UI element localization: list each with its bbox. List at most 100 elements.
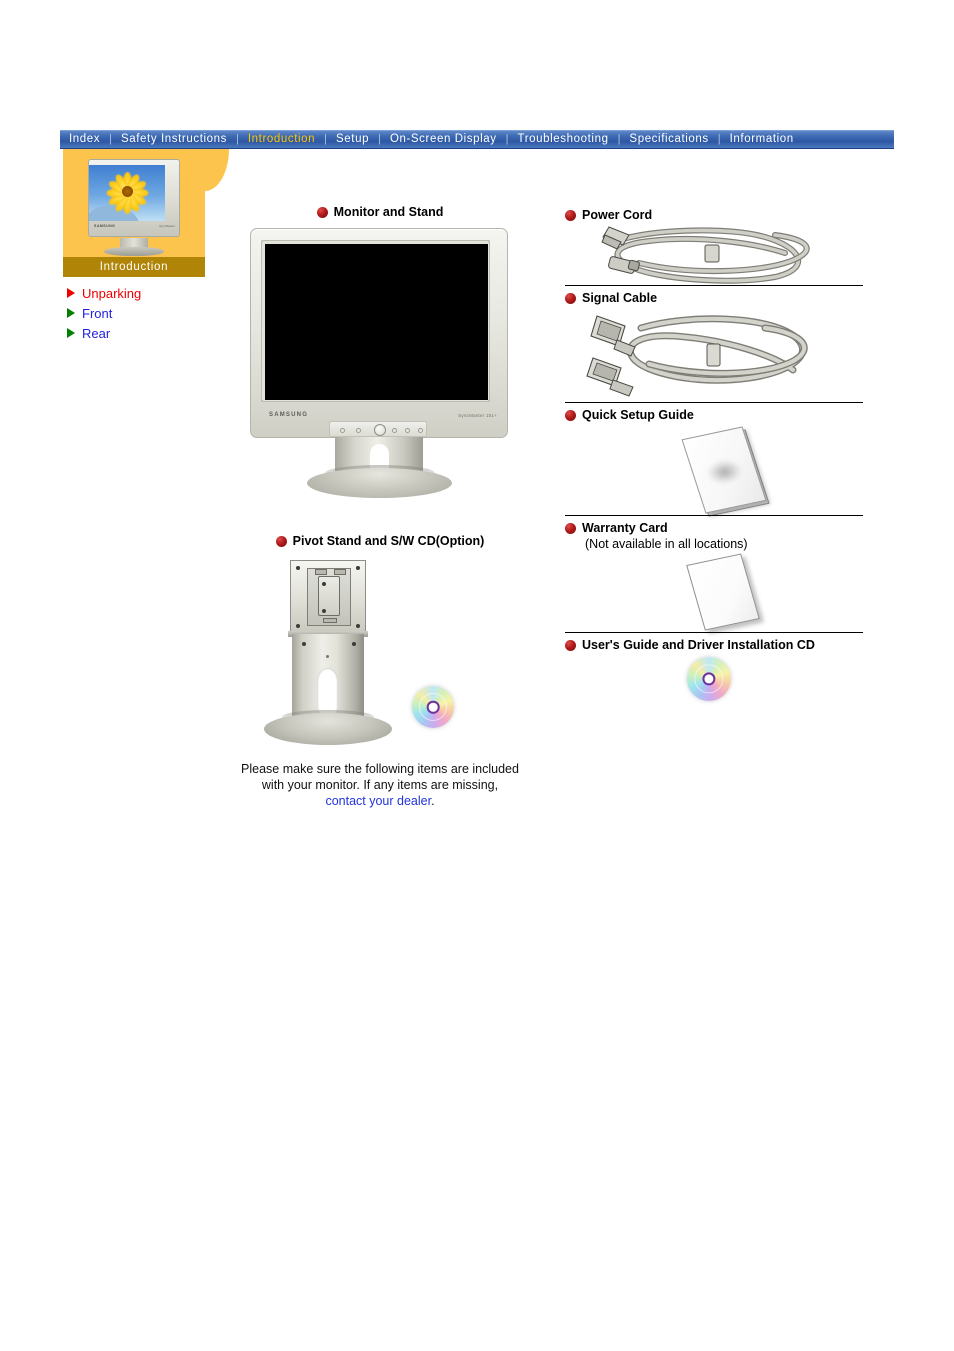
red-bullet-icon xyxy=(565,523,576,534)
sidebar-item-label: Rear xyxy=(82,325,111,341)
pivot-screw xyxy=(322,582,326,586)
package-item-users-guide-cd: User's Guide and Driver Installation CD xyxy=(565,632,865,705)
monitor-osd-button[interactable] xyxy=(392,428,397,433)
monitor-stand-base xyxy=(307,468,452,498)
signal-cable-drawing xyxy=(586,315,808,397)
red-bullet-icon xyxy=(565,210,576,221)
package-item-quick-setup-guide: Quick Setup Guide xyxy=(565,402,865,517)
pivot-screw xyxy=(302,642,306,646)
sidebar-thumbnail: SAMSUNG SyncMaster xyxy=(63,157,205,257)
sidebar-item-rear[interactable]: Rear xyxy=(67,323,205,343)
pivot-latch-tab xyxy=(334,569,346,575)
package-item-warranty-card: Warranty Card (Not available in all loca… xyxy=(565,515,865,632)
red-bullet-icon xyxy=(565,640,576,651)
thumbnail-screen xyxy=(89,165,165,221)
triangle-bullet-icon xyxy=(67,288,75,298)
pivot-stand-heading-row: Pivot Stand and S/W CD(Option) xyxy=(215,534,545,548)
center-column: Monitor and Stand SAMSUNG SyncMaster 151… xyxy=(215,205,545,809)
sidebar-menu: Unparking Front Rear xyxy=(63,277,205,343)
sidebar-item-unparking[interactable]: Unparking xyxy=(67,283,205,303)
signal-cable-heading: Signal Cable xyxy=(582,291,658,305)
package-note-line1: Please make sure the following items are… xyxy=(241,762,519,776)
monitor-osd-button[interactable] xyxy=(418,428,423,433)
nav-item-index[interactable]: Index xyxy=(60,130,109,149)
monitor-power-button[interactable] xyxy=(374,424,386,436)
quick-setup-guide-illustration xyxy=(565,423,863,517)
vga-connector-icon xyxy=(586,357,634,397)
power-cord-drawing xyxy=(601,226,810,284)
booklet-front-page xyxy=(681,426,767,514)
users-guide-cd-illustration xyxy=(565,653,863,705)
sidebar-corner-curve xyxy=(205,149,229,191)
nav-item-introduction[interactable]: Introduction xyxy=(239,130,324,149)
section-divider xyxy=(565,632,863,633)
thumbnail-model-label: SyncMaster xyxy=(159,224,175,228)
manual-page: Index | Safety Instructions | Introducti… xyxy=(0,0,954,1351)
section-divider xyxy=(565,402,863,403)
power-cord-illustration xyxy=(565,223,863,285)
package-note: Please make sure the following items are… xyxy=(215,761,545,809)
pivot-stand-base xyxy=(264,713,392,745)
red-bullet-icon xyxy=(565,293,576,304)
pivot-stand-illustration xyxy=(230,558,530,753)
vga-connector-icon xyxy=(590,315,636,357)
sidebar-item-label: Unparking xyxy=(82,285,142,301)
package-note-period: . xyxy=(431,794,435,808)
monitor-button-panel xyxy=(329,421,427,437)
nav-item-information[interactable]: Information xyxy=(721,130,803,149)
monitor-osd-button[interactable] xyxy=(405,428,410,433)
warranty-card-shape xyxy=(686,553,760,631)
nav-item-safety-instructions[interactable]: Safety Instructions xyxy=(112,130,236,149)
power-cord-heading: Power Cord xyxy=(582,208,653,222)
package-note-line2: with your monitor. If any items are miss… xyxy=(261,778,499,792)
monitor-thumbnail-icon: SAMSUNG SyncMaster xyxy=(82,159,186,256)
pivot-screw xyxy=(296,624,300,628)
monitor-model-label: SyncMaster 151+ xyxy=(458,413,497,418)
signal-cable-illustration xyxy=(565,306,863,402)
red-bullet-icon xyxy=(316,207,328,218)
pivot-marker-dot xyxy=(326,655,329,658)
thumbnail-stand-base xyxy=(104,247,164,256)
pivot-screw xyxy=(352,642,356,646)
red-bullet-icon xyxy=(275,536,287,547)
pivot-latch-tab xyxy=(315,569,327,575)
nav-item-troubleshooting[interactable]: Troubleshooting xyxy=(509,130,618,149)
pivot-vesa-plate xyxy=(290,560,366,634)
nav-item-on-screen-display[interactable]: On-Screen Display xyxy=(381,130,506,149)
sunflower-icon xyxy=(105,171,149,214)
thumbnail-brand-label: SAMSUNG xyxy=(94,224,116,228)
sidebar-item-front[interactable]: Front xyxy=(67,303,205,323)
users-guide-cd-heading: User's Guide and Driver Installation CD xyxy=(582,638,815,652)
users-guide-cd-heading-row: User's Guide and Driver Installation CD xyxy=(565,638,865,653)
pivot-stand-heading: Pivot Stand and S/W CD(Option) xyxy=(292,534,485,548)
monitor-and-stand-illustration: SAMSUNG SyncMaster 151+ xyxy=(247,228,513,498)
signal-cable-heading-row: Signal Cable xyxy=(565,291,865,306)
monitor-and-stand-heading: Monitor and Stand xyxy=(333,205,444,219)
pivot-screw xyxy=(356,566,360,570)
sidebar-panel: SAMSUNG SyncMaster Introduction xyxy=(63,149,229,277)
sidebar: SAMSUNG SyncMaster Introduction Unparkin… xyxy=(63,149,229,343)
pivot-screw xyxy=(322,609,326,613)
triangle-bullet-icon xyxy=(67,328,75,338)
contact-dealer-link[interactable]: contact your dealer xyxy=(325,794,431,808)
package-item-signal-cable: Signal Cable xyxy=(565,285,865,402)
top-navigation-bar: Index | Safety Instructions | Introducti… xyxy=(60,130,894,149)
section-divider xyxy=(565,515,863,516)
pivot-latch-tab xyxy=(323,618,337,623)
booklet-cover-graphic xyxy=(704,456,745,487)
cd-disc-icon xyxy=(687,657,731,701)
quick-setup-guide-heading: Quick Setup Guide xyxy=(582,408,694,422)
monitor-brand-label: SAMSUNG xyxy=(269,412,309,418)
sidebar-item-label: Front xyxy=(82,305,113,321)
sunflower-center xyxy=(121,186,133,198)
monitor-osd-button[interactable] xyxy=(340,428,345,433)
nav-item-specifications[interactable]: Specifications xyxy=(620,130,717,149)
triangle-bullet-icon xyxy=(67,308,75,318)
nav-item-setup[interactable]: Setup xyxy=(327,130,378,149)
power-cord-heading-row: Power Cord xyxy=(565,208,865,223)
monitor-osd-button[interactable] xyxy=(356,428,361,433)
pivot-screw xyxy=(356,624,360,628)
software-cd-icon xyxy=(412,686,454,728)
section-divider xyxy=(565,285,863,286)
package-contents-column: Power Cord Signal Cable Quick Setup Guid… xyxy=(565,208,865,705)
